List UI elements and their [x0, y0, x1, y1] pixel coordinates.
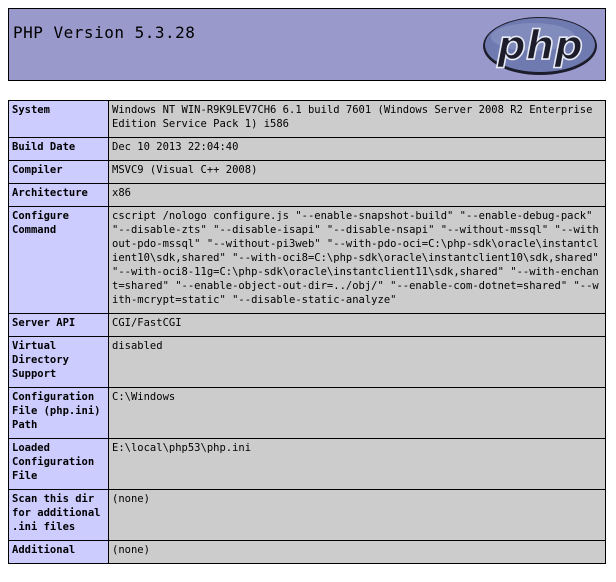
info-row: Loaded Configuration File E:\local\php53\…	[8, 438, 606, 490]
info-row: Configure Command cscript /nologo configu…	[8, 206, 606, 314]
info-label: Build Date	[8, 137, 109, 161]
info-row: System Windows NT WIN-R9K9LEV7CH6 6.1 bui…	[8, 100, 606, 138]
info-row: Build Date Dec 10 2013 22:04:40	[8, 137, 606, 161]
info-row: Virtual Directory Support disabled	[8, 336, 606, 388]
info-label: System	[8, 100, 109, 138]
info-label: Loaded Configuration File	[8, 438, 109, 490]
info-label: Compiler	[8, 160, 109, 184]
info-value: C:\Windows	[108, 387, 606, 439]
php-header: PHP Version 5.3.28 php	[8, 8, 606, 81]
info-label: Configuration File (php.ini) Path	[8, 387, 109, 439]
info-value: disabled	[108, 336, 606, 388]
info-label: Virtual Directory Support	[8, 336, 109, 388]
php-logo-text: php	[496, 23, 583, 69]
info-row: Configuration File (php.ini) Path C:\Wind…	[8, 387, 606, 439]
info-value: Windows NT WIN-R9K9LEV7CH6 6.1 build 760…	[108, 100, 606, 138]
info-row: Compiler MSVC9 (Visual C++ 2008)	[8, 160, 606, 184]
php-info-table: System Windows NT WIN-R9K9LEV7CH6 6.1 bui…	[8, 100, 606, 564]
info-value: cscript /nologo configure.js "--enable-s…	[108, 206, 606, 314]
info-row: Additional (none)	[8, 540, 606, 564]
info-value: (none)	[108, 540, 606, 564]
info-value: MSVC9 (Visual C++ 2008)	[108, 160, 606, 184]
info-row: Scan this dir for additional .ini files(…	[8, 489, 606, 541]
info-label: Scan this dir for additional .ini files	[8, 489, 109, 541]
info-label: Architecture	[8, 183, 109, 207]
php-logo: php	[483, 17, 597, 75]
page-title: PHP Version 5.3.28	[13, 23, 196, 42]
info-value: x86	[108, 183, 606, 207]
info-label: Server API	[8, 313, 109, 337]
info-value: Dec 10 2013 22:04:40	[108, 137, 606, 161]
info-label: Additional	[8, 540, 109, 564]
info-label: Configure Command	[8, 206, 109, 314]
info-row: Architecture x86	[8, 183, 606, 207]
info-row: Server API CGI/FastCGI	[8, 313, 606, 337]
info-value: (none)	[108, 489, 606, 541]
info-value: E:\local\php53\php.ini	[108, 438, 606, 490]
info-value: CGI/FastCGI	[108, 313, 606, 337]
